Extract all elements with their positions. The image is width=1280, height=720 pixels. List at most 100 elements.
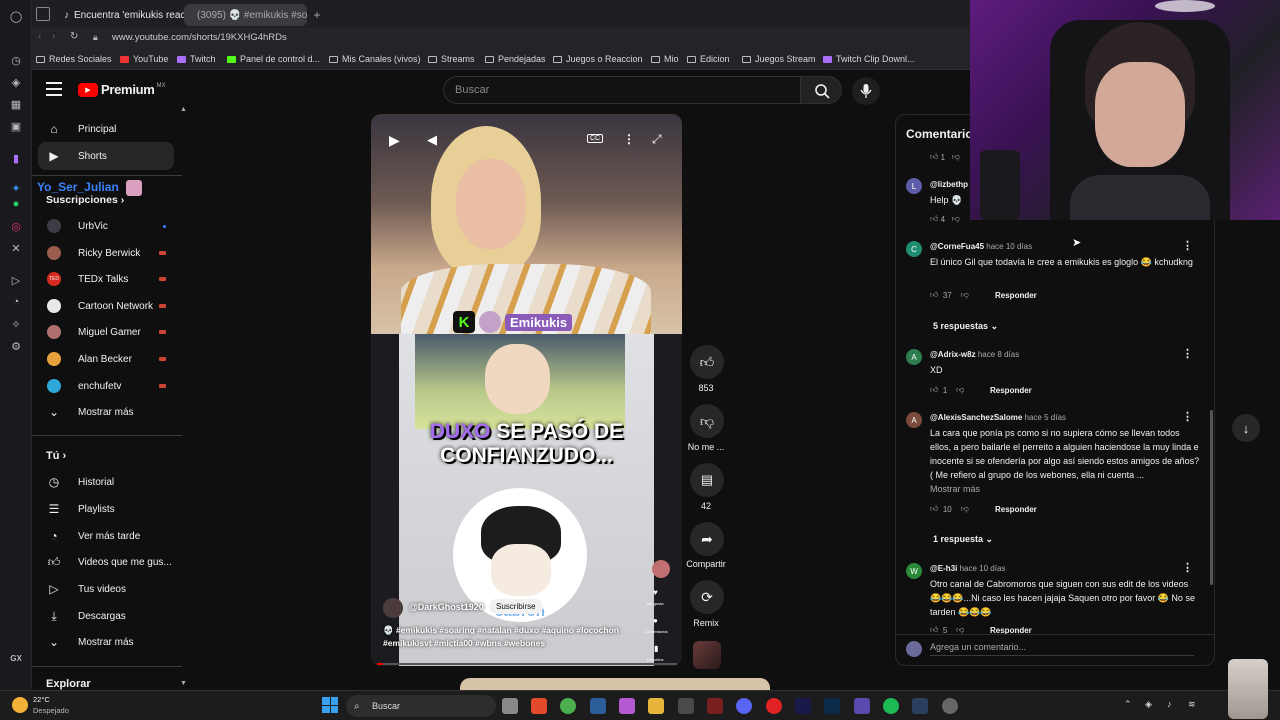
- channel-avatar[interactable]: [383, 598, 403, 618]
- sidebar-sub-miguel[interactable]: Miguel Gamer: [38, 318, 174, 346]
- comment-menu-icon[interactable]: ⋮: [1182, 347, 1193, 360]
- tray-chevron-icon[interactable]: ⌃: [1124, 699, 1132, 710]
- replies-toggle[interactable]: 5 respuestas ⌄: [933, 321, 998, 332]
- dislike-button[interactable]: 👎︎: [690, 404, 724, 438]
- windows-start-icon[interactable]: [322, 697, 338, 713]
- forward-icon[interactable]: ›: [52, 31, 55, 42]
- search-input[interactable]: Buscar: [443, 76, 801, 104]
- vscode-icon[interactable]: [590, 698, 606, 714]
- channel-name[interactable]: @DarkGhost1920: [409, 602, 484, 612]
- reply-button[interactable]: Responder: [990, 626, 1032, 634]
- steam-icon[interactable]: [912, 698, 928, 714]
- sidebar-you-show-more[interactable]: ⌄ Mostrar más: [38, 628, 174, 656]
- tray-mic-icon[interactable]: ♪: [1167, 699, 1172, 709]
- messenger-icon[interactable]: ▣: [8, 118, 24, 134]
- bookmark-canales[interactable]: Mis Canales (vivos): [329, 48, 421, 70]
- show-more-link[interactable]: Mostrar más: [930, 484, 980, 494]
- comment-author[interactable]: @Adrix-w8z hace 8 días: [930, 350, 1019, 359]
- volume-icon[interactable]: ◀︎: [427, 132, 437, 148]
- sidebar-item-playlists[interactable]: ☰ Playlists: [38, 495, 174, 523]
- sidebar-sub-ricky[interactable]: Ricky Berwick: [38, 239, 174, 267]
- like-icon[interactable]: 👍︎: [930, 626, 938, 634]
- chrome-icon[interactable]: [560, 698, 576, 714]
- reply-button[interactable]: Responder: [990, 386, 1032, 395]
- sidebar-item-your-videos[interactable]: ▷ Tus videos: [38, 575, 174, 603]
- comment-author[interactable]: @E-h3i hace 10 días: [930, 564, 1005, 573]
- tray-wifi-icon[interactable]: ≋: [1188, 699, 1196, 710]
- sidebar-sub-urbvic[interactable]: UrbVic: [38, 212, 174, 240]
- discord-icon[interactable]: [736, 698, 752, 714]
- twitch-rail-icon[interactable]: ▮: [8, 150, 24, 166]
- remix-button[interactable]: ⟳: [690, 580, 724, 614]
- discord-rail-icon[interactable]: ✦: [8, 180, 24, 196]
- subscriptions-heading[interactable]: Suscripciones ›: [46, 194, 124, 206]
- bookmark-juegos-stream[interactable]: Juegos Stream: [742, 48, 816, 70]
- player-rail-icon[interactable]: ▷: [8, 272, 24, 288]
- more-options-icon[interactable]: ⋮: [623, 132, 635, 146]
- photoshop-icon[interactable]: [824, 698, 840, 714]
- bookmark-juegos-reaccion[interactable]: Juegos o Reaccion: [553, 48, 643, 70]
- comment-avatar[interactable]: A: [906, 412, 922, 428]
- comment-menu-icon[interactable]: ⋮: [1182, 239, 1193, 252]
- file-explorer-icon[interactable]: [648, 698, 664, 714]
- opera-gx-icon[interactable]: [766, 698, 782, 714]
- bookmark-twitch[interactable]: Twitch: [177, 48, 216, 70]
- you-heading[interactable]: Tú ›: [46, 450, 66, 462]
- bookmark-youtube[interactable]: YouTube: [120, 48, 168, 70]
- sidebar-item-shorts[interactable]: ▶ Shorts: [38, 142, 174, 170]
- tab-youtube-active[interactable]: (3095) 💀 #emikukis #so: [184, 4, 307, 26]
- comment-avatar[interactable]: W: [906, 563, 922, 579]
- add-comment-input[interactable]: Agrega un comentario...: [930, 642, 1194, 656]
- like-icon[interactable]: 👍︎: [930, 385, 938, 395]
- opera-logo-icon[interactable]: ◯: [8, 8, 24, 24]
- subscribe-button[interactable]: Suscribirse: [489, 599, 543, 614]
- bookmark-panel[interactable]: Panel de control d...: [227, 48, 320, 70]
- next-video-button[interactable]: ↓: [1232, 414, 1260, 442]
- progress-track[interactable]: [377, 663, 677, 665]
- sidebar-sub-cartoon[interactable]: Cartoon Network: [38, 292, 174, 320]
- search-button[interactable]: [800, 76, 842, 104]
- bookmark-streams[interactable]: Streams: [428, 48, 475, 70]
- speed-dial-icon[interactable]: ◷: [8, 52, 24, 68]
- instagram-rail-icon[interactable]: ◎: [8, 218, 24, 234]
- comment-avatar[interactable]: C: [906, 241, 922, 257]
- taskbar-search[interactable]: ⌕ Buscar: [346, 695, 496, 717]
- sound-thumbnail[interactable]: [693, 641, 721, 669]
- comments-scrollbar[interactable]: [1210, 410, 1213, 585]
- reply-button[interactable]: Responder: [995, 505, 1037, 514]
- bookmark-edicion[interactable]: Edicion: [687, 48, 730, 70]
- obs-icon[interactable]: [942, 698, 958, 714]
- aria-icon[interactable]: ◈: [8, 74, 24, 90]
- url-field[interactable]: www.youtube.com/shorts/19KXHG4hRDs: [112, 32, 287, 43]
- sidebar-item-downloads[interactable]: ⤓ Descargas: [38, 602, 174, 630]
- comment-avatar[interactable]: L: [906, 178, 922, 194]
- premiere-icon[interactable]: [795, 698, 811, 714]
- sidebar-item-principal[interactable]: ⌂ Principal: [38, 115, 174, 143]
- bookmark-redes[interactable]: Redes Sociales: [36, 48, 112, 70]
- comments-button[interactable]: ▤: [690, 463, 724, 497]
- tab-menu-icon[interactable]: [36, 7, 50, 21]
- gx-control-icon[interactable]: ▦: [8, 96, 24, 112]
- share-button[interactable]: ➦: [690, 522, 724, 556]
- sidebar-sub-tedx[interactable]: TED TEDx Talks: [38, 265, 174, 293]
- voice-search-button[interactable]: [852, 77, 880, 105]
- comment-menu-icon[interactable]: ⋮: [1182, 561, 1193, 574]
- dislike-icon[interactable]: 👎︎: [956, 385, 964, 395]
- sidebar-scroll-down-icon[interactable]: ▼: [180, 680, 187, 687]
- x-rail-icon[interactable]: ✕: [8, 240, 24, 256]
- sidebar-scroll-up-icon[interactable]: ▲: [180, 106, 187, 113]
- tray-network-icon[interactable]: ◈: [1145, 699, 1152, 710]
- back-icon[interactable]: ‹: [38, 31, 41, 42]
- bookmark-twitch-clip[interactable]: Twitch Clip Downl...: [823, 48, 915, 70]
- task-view-icon[interactable]: [502, 698, 518, 714]
- sidebar-sub-alan[interactable]: Alan Becker: [38, 345, 174, 373]
- dislike-icon[interactable]: 👎︎: [961, 504, 969, 514]
- store-icon[interactable]: [678, 698, 694, 714]
- history-rail-icon[interactable]: ◔: [8, 294, 24, 310]
- whatsapp-rail-icon[interactable]: ●: [8, 196, 24, 212]
- sidebar-subs-show-more[interactable]: ⌄ Mostrar más: [38, 398, 174, 426]
- sidebar-item-historial[interactable]: ◷ Historial: [38, 468, 174, 496]
- comment-menu-icon[interactable]: ⋮: [1182, 410, 1193, 423]
- play-icon[interactable]: ▶: [389, 132, 400, 149]
- bookmark-pendejadas[interactable]: Pendejadas: [485, 48, 546, 70]
